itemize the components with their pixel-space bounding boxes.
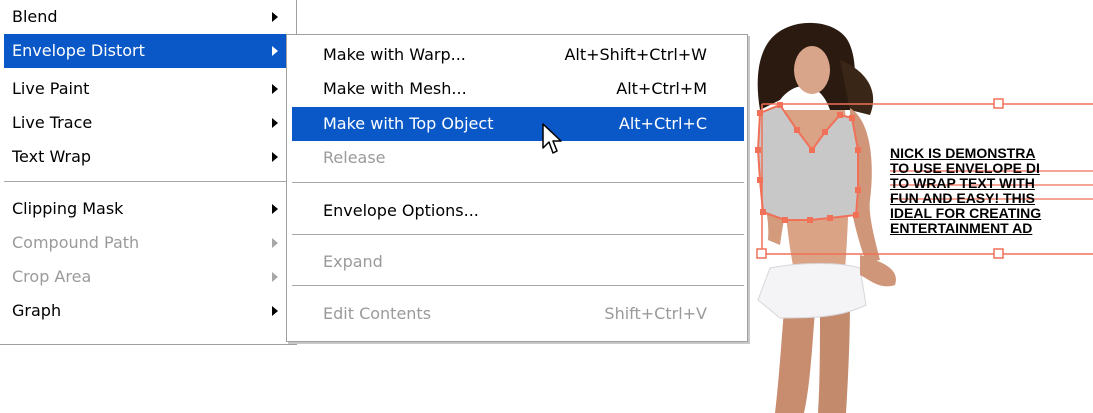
- menu-item-make-with-top-object[interactable]: Make with Top Object Alt+Ctrl+C: [292, 107, 744, 141]
- menu-item-label: Graph: [12, 301, 62, 320]
- menu-item-shortcut: Alt+Ctrl+C: [618, 114, 707, 133]
- submenu-arrow-icon: [272, 204, 278, 214]
- menu-item-envelope-options[interactable]: Envelope Options...: [292, 194, 744, 228]
- menu-item-label: Edit Contents: [323, 304, 432, 323]
- menu-item-text-wrap[interactable]: Text Wrap: [4, 140, 288, 174]
- text-line: TO USE ENVELOPE DI: [890, 160, 1040, 176]
- menu-item-label: Live Paint: [12, 79, 90, 98]
- menu-item-blend[interactable]: Blend: [4, 0, 288, 34]
- submenu-arrow-icon: [272, 238, 278, 248]
- menu-item-label: Crop Area: [12, 267, 92, 286]
- menu-item-label: Live Trace: [12, 113, 93, 132]
- submenu-arrow-icon: [272, 272, 278, 282]
- submenu-arrow-icon: [272, 12, 278, 22]
- menu-item-make-with-warp[interactable]: Make with Warp... Alt+Shift+Ctrl+W: [292, 38, 744, 72]
- menu-item-label: Make with Top Object: [323, 114, 494, 133]
- submenu-arrow-icon: [272, 84, 278, 94]
- submenu-arrow-icon: [272, 306, 278, 316]
- menu-item-clipping-mask[interactable]: Clipping Mask: [4, 192, 288, 226]
- menu-item-label: Compound Path: [12, 233, 140, 252]
- menu-separator: [292, 182, 744, 184]
- menu-item-graph[interactable]: Graph: [4, 294, 288, 328]
- menu-item-label: Clipping Mask: [12, 199, 124, 218]
- menu-item-live-paint[interactable]: Live Paint: [4, 72, 288, 106]
- mouse-pointer-icon: [542, 123, 562, 154]
- submenu-arrow-icon: [272, 46, 278, 56]
- menu-item-label: Make with Mesh...: [323, 79, 467, 98]
- menu-item-crop-area[interactable]: Crop Area: [4, 260, 288, 294]
- object-menu: Blend Envelope Distort Live Paint Live T…: [0, 0, 297, 345]
- menu-item-expand[interactable]: Expand: [292, 245, 744, 279]
- text-line: TO WRAP TEXT WITH: [890, 175, 1035, 191]
- menu-item-shortcut: Shift+Ctrl+V: [604, 304, 707, 323]
- envelope-distort-submenu: Make with Warp... Alt+Shift+Ctrl+W Make …: [286, 34, 748, 342]
- menu-item-label: Release: [323, 148, 386, 167]
- text-line: IDEAL FOR CREATING: [890, 205, 1042, 221]
- menu-item-compound-path[interactable]: Compound Path: [4, 226, 288, 260]
- menu-item-label: Blend: [12, 7, 58, 26]
- menu-item-label: Envelope Options...: [323, 201, 479, 220]
- menu-item-label: Text Wrap: [12, 147, 92, 166]
- menu-item-label: Envelope Distort: [12, 41, 145, 60]
- menu-item-make-with-mesh[interactable]: Make with Mesh... Alt+Ctrl+M: [292, 72, 744, 106]
- menu-separator: [292, 234, 744, 236]
- menu-item-edit-contents[interactable]: Edit Contents Shift+Ctrl+V: [292, 297, 744, 331]
- menu-item-release[interactable]: Release: [292, 141, 744, 175]
- menu-item-envelope-distort[interactable]: Envelope Distort: [4, 34, 288, 68]
- menu-item-label: Make with Warp...: [323, 45, 466, 64]
- menu-item-shortcut: Alt+Shift+Ctrl+W: [564, 45, 707, 64]
- submenu-arrow-icon: [272, 118, 278, 128]
- text-line: ENTERTAINMENT AD: [890, 220, 1033, 236]
- submenu-arrow-icon: [272, 152, 278, 162]
- text-line: FUN AND EASY! THIS: [890, 190, 1035, 206]
- menu-separator: [292, 285, 744, 287]
- menu-item-shortcut: Alt+Ctrl+M: [616, 79, 707, 98]
- menu-item-label: Expand: [323, 252, 383, 271]
- menu-separator: [4, 181, 288, 183]
- menu-item-live-trace[interactable]: Live Trace: [4, 106, 288, 140]
- canvas-artwork[interactable]: NICK IS DEMONSTRA TO USE ENVELOPE DI TO …: [700, 0, 1093, 413]
- text-line: NICK IS DEMONSTRA: [890, 145, 1036, 161]
